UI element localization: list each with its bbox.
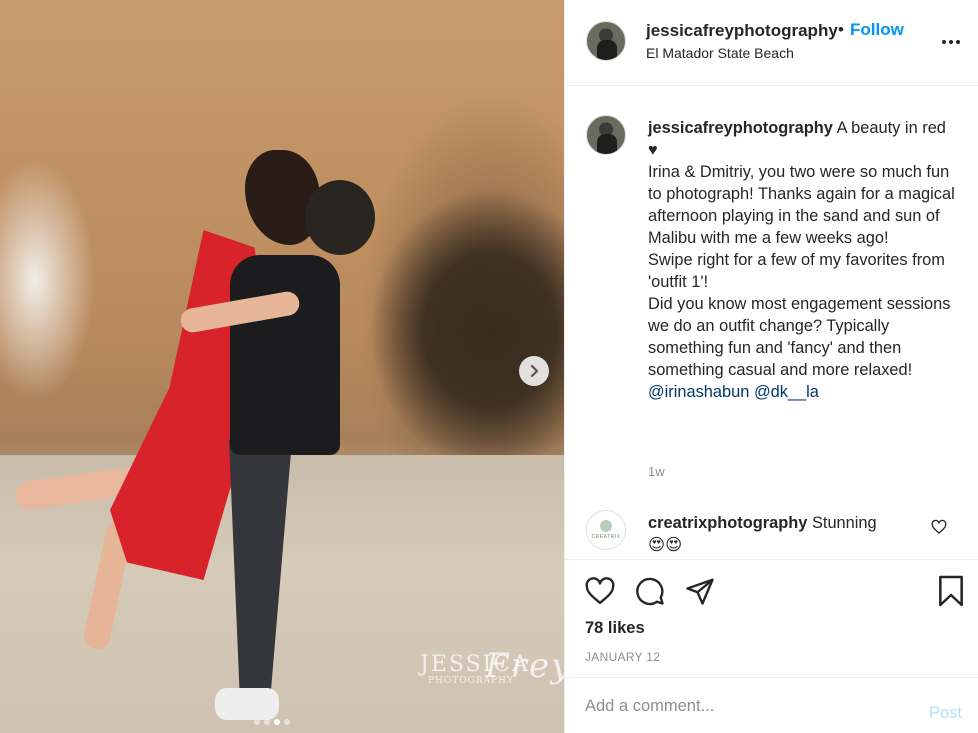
- author-avatar[interactable]: [586, 21, 626, 61]
- comment-emoji: 😍😍: [648, 536, 683, 554]
- caption-line-3: Swipe right for a few of my favorites fr…: [648, 251, 945, 291]
- add-comment-input[interactable]: [585, 692, 905, 720]
- carousel-next-button[interactable]: [519, 356, 549, 386]
- watermark-sub: PHOTOGRAPHY: [428, 676, 514, 686]
- carousel-dot-active: [274, 719, 280, 725]
- caption-username[interactable]: jessicafreyphotography: [648, 119, 833, 137]
- share-paper-plane-icon: [686, 578, 714, 605]
- carousel-indicator: [254, 719, 290, 725]
- comment-body: Stunning: [811, 514, 877, 532]
- bookmark-icon: [939, 575, 963, 607]
- save-button[interactable]: [934, 574, 968, 608]
- comment-like-button[interactable]: [931, 519, 947, 535]
- more-options-button[interactable]: [941, 32, 961, 52]
- location-link[interactable]: El Matador State Beach: [646, 45, 794, 61]
- caption-text: jessicafreyphotography A beauty in red ♥…: [648, 117, 958, 403]
- carousel-dot: [284, 719, 290, 725]
- post-header: jessicafreyphotography • Follow El Matad…: [565, 0, 978, 86]
- comment-icon: [636, 577, 664, 606]
- man-head: [305, 180, 375, 255]
- likes-count[interactable]: 78 likes: [585, 619, 645, 638]
- man-shoe: [215, 688, 279, 720]
- post-comment-button[interactable]: Post: [929, 704, 962, 723]
- mention-link[interactable]: @irinashabun: [648, 383, 749, 401]
- comment-text: creatrixphotography Stunning 😍😍: [648, 512, 928, 556]
- like-button[interactable]: [583, 574, 617, 608]
- logo-circle-icon: [600, 520, 612, 532]
- man-shirt: [230, 255, 340, 455]
- caption-timestamp[interactable]: 1w: [648, 464, 665, 479]
- caption-avatar[interactable]: [586, 115, 626, 155]
- commenter-username[interactable]: creatrixphotography: [648, 514, 807, 532]
- caption-line-2: Irina & Dmitriy, you two were so much fu…: [648, 163, 955, 247]
- post-date[interactable]: JANUARY 12: [585, 650, 660, 664]
- comments-section: jessicafreyphotography A beauty in red ♥…: [565, 87, 978, 559]
- more-horizontal-icon: [942, 40, 960, 44]
- comment-button[interactable]: [633, 574, 667, 608]
- photographer-watermark: JESSICA Frey PHOTOGRAPHY: [420, 620, 564, 710]
- post-actions: 78 likes JANUARY 12: [565, 559, 978, 677]
- author-username[interactable]: jessicafreyphotography: [646, 21, 838, 41]
- logo-text: CREATRIX: [591, 534, 621, 540]
- creatrix-logo: CREATRIX: [586, 510, 626, 550]
- rock-arch: [360, 90, 564, 470]
- header-separator: •: [838, 20, 844, 39]
- follow-button[interactable]: Follow: [850, 20, 904, 40]
- mention-link[interactable]: @dk__la: [754, 383, 819, 401]
- heart-outline-icon: [931, 519, 947, 534]
- post-details-panel: jessicafreyphotography • Follow El Matad…: [564, 0, 978, 733]
- add-comment-bar: Post: [565, 677, 978, 733]
- share-button[interactable]: [683, 574, 717, 608]
- heart-outline-icon: [585, 577, 615, 605]
- carousel-dot: [264, 719, 270, 725]
- post-photo[interactable]: JESSICA Frey PHOTOGRAPHY: [0, 0, 564, 733]
- chevron-right-icon: [530, 364, 539, 378]
- caption-line-4: Did you know most engagement sessions we…: [648, 295, 951, 379]
- carousel-dot: [254, 719, 260, 725]
